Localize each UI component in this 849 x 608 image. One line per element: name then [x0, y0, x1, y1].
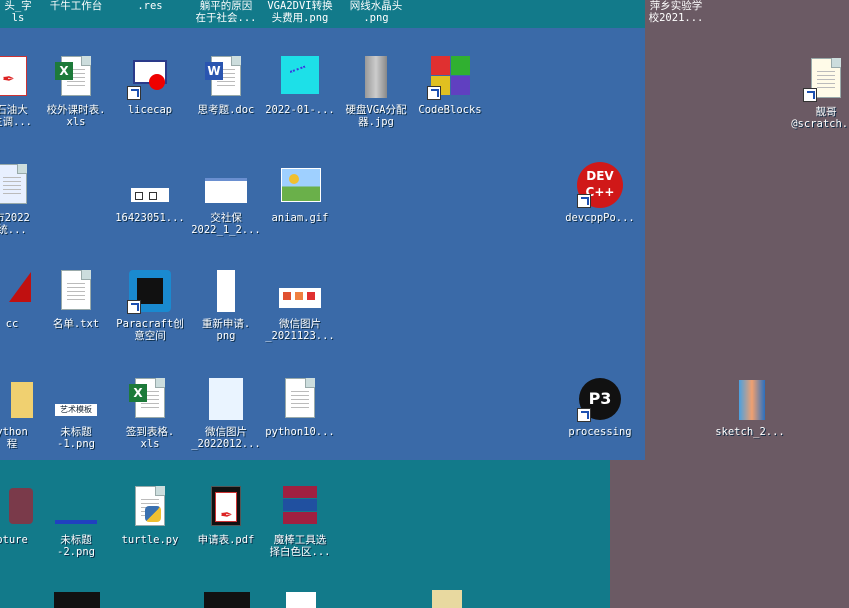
- desktop-icon[interactable]: CodeBlocks: [410, 54, 490, 116]
- desktop-icon[interactable]: 重新申请. png: [186, 268, 266, 342]
- desktop-icon-label[interactable]: VGA2DVI转换 头费用.png: [260, 0, 340, 24]
- desktop-icon-label[interactable]: 萍乡实验学 校2021...: [636, 0, 716, 24]
- licecap-app-icon: [127, 54, 173, 100]
- desktop-icon-label: 微信图片 _2022012...: [191, 426, 261, 450]
- desktop-icon[interactable]: 申请表.pdf: [186, 484, 266, 546]
- shortcut-arrow-icon: [577, 408, 591, 422]
- document-file-icon: [0, 162, 35, 208]
- desktop-icon[interactable]: 名单.txt: [36, 268, 116, 330]
- shortcut-arrow-icon: [577, 194, 591, 208]
- desktop-icon-label: processing: [568, 426, 632, 438]
- desktop-icon[interactable]: python10...: [260, 376, 340, 438]
- desktop-icon-label: licecap: [127, 104, 173, 116]
- codeblocks-app-icon: [427, 54, 473, 100]
- desktop-icon-label[interactable]: .res: [110, 0, 190, 12]
- desktop-icon[interactable]: W 思考题.doc: [186, 54, 266, 116]
- devcpp-app-icon: DEV C++: [577, 162, 623, 208]
- app-icon: [0, 484, 35, 530]
- image-file-icon: 艺术模板: [53, 376, 99, 422]
- python-file-icon: [127, 484, 173, 530]
- excel-file-icon: X: [127, 376, 173, 422]
- desktop-icon[interactable]: 2022-01-...: [260, 54, 340, 116]
- desktop-icon[interactable]: DEV C++ devcppPo...: [560, 162, 640, 224]
- image-file-icon: [203, 162, 249, 208]
- gif-image-icon: [277, 162, 323, 208]
- scratch-file-icon: [803, 56, 849, 102]
- desktop-icon[interactable]: [54, 592, 100, 608]
- excel-file-icon: X: [53, 54, 99, 100]
- desktop-icon-label: 市2022 统...: [0, 212, 30, 236]
- desktop-icon[interactable]: licecap: [110, 54, 190, 116]
- folder-icon: [727, 376, 773, 422]
- desktop-icon[interactable]: P3 processing: [560, 376, 640, 438]
- desktop-icon-label: 校外课时表. xls: [46, 104, 106, 128]
- desktop-icon-label: 硬盘VGA分配 器.jpg: [345, 104, 407, 128]
- desktop-icon[interactable]: 市2022 统...: [0, 162, 52, 236]
- pdf-file-icon: [0, 54, 35, 100]
- desktop-icon-label: 思考题.doc: [197, 104, 255, 116]
- desktop-icon[interactable]: 靓哥 @scratch...: [786, 56, 849, 130]
- desktop-icon-label: CodeBlocks: [418, 104, 482, 116]
- desktop-icon-label: 名单.txt: [52, 318, 100, 330]
- image-file-icon: [203, 376, 249, 422]
- desktop-icon[interactable]: 艺术模板 未标题 -1.png: [36, 376, 116, 450]
- desktop-icon[interactable]: 未标题 -2.png: [36, 484, 116, 558]
- shortcut-arrow-icon: [127, 86, 141, 100]
- desktop-icon-label: 靓哥 @scratch...: [791, 106, 849, 130]
- desktop-icon[interactable]: 硬盘VGA分配 器.jpg: [336, 54, 416, 128]
- desktop-icon[interactable]: Paracraft创 意空间: [110, 268, 190, 342]
- desktop-icon-label: Paracraft创 意空间: [116, 318, 184, 342]
- shortcut-arrow-icon: [803, 88, 817, 102]
- desktop-icon[interactable]: 微信图片 _2021123...: [260, 268, 340, 342]
- processing-app-icon: P3: [577, 376, 623, 422]
- image-file-icon: [353, 54, 399, 100]
- desktop-icon-label: sketch_2...: [715, 426, 785, 438]
- desktop-icon[interactable]: 交社保 2022_1_2...: [186, 162, 266, 236]
- desktop-icon[interactable]: 16423051...: [110, 162, 190, 224]
- desktop-icon[interactable]: [204, 592, 250, 608]
- shortcut-arrow-icon: [127, 300, 141, 314]
- image-file-icon: [203, 268, 249, 314]
- desktop-icon-label[interactable]: 躺平的原因 在于社会...: [186, 0, 266, 24]
- desktop-icon-label: python10...: [265, 426, 335, 438]
- desktop-icon-label[interactable]: 千牛工作台: [36, 0, 116, 12]
- desktop-icon-label: 签到表格. xls: [125, 426, 175, 450]
- desktop-icon-label: turtle.py: [121, 534, 179, 546]
- desktop-icon[interactable]: X 签到表格. xls: [110, 376, 190, 450]
- image-file-icon: [53, 484, 99, 530]
- image-file-icon: [127, 162, 173, 208]
- desktop-icon-label: 魔棒工具选 择白色区...: [269, 534, 331, 558]
- text-file-icon: [53, 268, 99, 314]
- desktop-icon[interactable]: aniam.gif: [260, 162, 340, 224]
- desktop-icon[interactable]: [286, 592, 316, 608]
- desktop-icon[interactable]: 魔棒工具选 择白色区...: [260, 484, 340, 558]
- desktop-icon-label: devcppPo...: [565, 212, 635, 224]
- desktop-icon[interactable]: sketch_2...: [710, 376, 790, 438]
- desktop-icon[interactable]: [432, 590, 462, 608]
- desktop-icon[interactable]: 微信图片 _2022012...: [186, 376, 266, 450]
- pdf-file-icon: [203, 484, 249, 530]
- desktop-icon-label: 微信图片 _2021123...: [265, 318, 335, 342]
- paracraft-app-icon: [127, 268, 173, 314]
- desktop-icon[interactable]: turtle.py: [110, 484, 190, 546]
- folder-icon: [0, 376, 35, 422]
- desktop-icon-label: 申请表.pdf: [197, 534, 255, 546]
- app-icon: [0, 268, 35, 314]
- desktop-icon-label: aniam.gif: [271, 212, 329, 224]
- desktop-icon-label: 重新申请. png: [201, 318, 251, 342]
- desktop-icon[interactable]: X 校外课时表. xls: [36, 54, 116, 128]
- desktop-icon-label: 交社保 2022_1_2...: [191, 212, 261, 236]
- word-file-icon: W: [203, 54, 249, 100]
- image-file-icon: [277, 268, 323, 314]
- winrar-archive-icon: [277, 484, 323, 530]
- desktop-icon-label: 未标题 -2.png: [57, 534, 95, 558]
- image-file-icon: [277, 54, 323, 100]
- desktop-icon-label: 未标题 -1.png: [57, 426, 95, 450]
- desktop-icon-label: 16423051...: [115, 212, 185, 224]
- shortcut-arrow-icon: [427, 86, 441, 100]
- desktop-icon-label[interactable]: 网线水晶头 .png: [336, 0, 416, 24]
- text-file-icon: [277, 376, 323, 422]
- desktop-icon-label: 2022-01-...: [265, 104, 335, 116]
